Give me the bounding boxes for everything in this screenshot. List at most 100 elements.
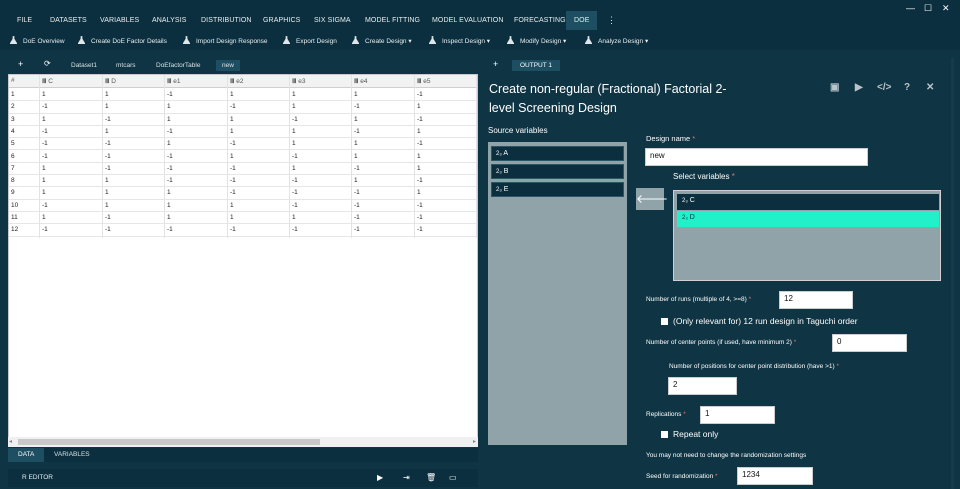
- table-cell[interactable]: 1: [167, 189, 171, 196]
- tab-output-1[interactable]: OUTPUT 1: [512, 60, 561, 71]
- table-cell[interactable]: 1: [354, 116, 358, 123]
- table-cell[interactable]: -1: [292, 177, 298, 184]
- table-cell[interactable]: 1: [42, 91, 46, 98]
- code-icon[interactable]: </>: [877, 82, 891, 93]
- table-cell[interactable]: 1: [230, 202, 234, 209]
- refresh-icon[interactable]: ⟳: [44, 59, 51, 68]
- table-cell[interactable]: -1: [42, 140, 48, 147]
- source-var-e[interactable]: 2₃ E: [491, 182, 624, 197]
- table-row[interactable]: 4 -1 1 -1 1 1 -1 1: [9, 126, 477, 139]
- table-cell[interactable]: -1: [417, 177, 423, 184]
- col-header-e5[interactable]: Ⅲ e5: [417, 77, 431, 85]
- table-row[interactable]: 3 1 -1 1 1 -1 1 -1: [9, 114, 477, 126]
- repeat-only-checkbox[interactable]: [661, 431, 668, 438]
- col-header-c[interactable]: Ⅲ C: [42, 77, 53, 85]
- selected-variables-list[interactable]: 2₃ C 2₃ D: [673, 190, 941, 281]
- table-cell[interactable]: -1: [417, 226, 423, 233]
- menu-six-sigma[interactable]: SIX SIGMA: [314, 17, 351, 24]
- replications-input[interactable]: 1: [700, 406, 775, 424]
- table-cell[interactable]: 1: [292, 214, 296, 221]
- table-row[interactable]: 12 -1 -1 -1 -1 -1 -1 -1: [9, 224, 477, 237]
- menu-variables[interactable]: VARIABLES: [100, 17, 139, 24]
- menu-doe[interactable]: DOE: [566, 11, 598, 30]
- table-cell[interactable]: -1: [230, 140, 236, 147]
- table-cell[interactable]: -1: [105, 226, 111, 233]
- table-cell[interactable]: 1: [105, 189, 109, 196]
- table-cell[interactable]: 1: [354, 140, 358, 147]
- tb-modify-design[interactable]: Modify Design ▾: [507, 36, 566, 45]
- table-cell[interactable]: 1: [417, 189, 421, 196]
- taguchi-checkbox[interactable]: [661, 318, 668, 325]
- menu-analysis[interactable]: ANALYSIS: [152, 17, 187, 24]
- tab-data[interactable]: DATA: [8, 448, 45, 462]
- table-cell[interactable]: -1: [354, 226, 360, 233]
- menu-model-fitting[interactable]: MODEL FITTING: [365, 17, 420, 24]
- table-cell[interactable]: 1: [105, 103, 109, 110]
- table-cell[interactable]: 1: [42, 189, 46, 196]
- table-cell[interactable]: 1: [42, 177, 46, 184]
- design-name-input[interactable]: new: [645, 148, 868, 166]
- table-cell[interactable]: -1: [354, 128, 360, 135]
- table-row[interactable]: 1 1 1 -1 1 1 1 -1: [9, 89, 477, 102]
- menu-distribution[interactable]: DISTRIBUTION: [201, 17, 252, 24]
- table-cell[interactable]: -1: [417, 202, 423, 209]
- seed-input[interactable]: 1234: [737, 467, 813, 485]
- table-cell[interactable]: 1: [167, 140, 171, 147]
- table-cell[interactable]: -1: [292, 189, 298, 196]
- table-cell[interactable]: -1: [417, 214, 423, 221]
- tb-import-design-response[interactable]: Import Design Response: [183, 36, 268, 45]
- menu-more-icon[interactable]: ⋮: [607, 15, 616, 26]
- table-cell[interactable]: -1: [167, 226, 173, 233]
- table-cell[interactable]: -1: [292, 116, 298, 123]
- table-row[interactable]: 6 -1 -1 -1 1 -1 1 1: [9, 151, 477, 163]
- table-cell[interactable]: 1: [167, 214, 171, 221]
- run-dialog-icon[interactable]: ▶: [855, 82, 863, 93]
- table-row[interactable]: 11 1 -1 1 1 1 -1 -1: [9, 212, 477, 225]
- menu-forecasting[interactable]: FORECASTING: [514, 17, 566, 24]
- table-cell[interactable]: 1: [292, 91, 296, 98]
- right-panel-scrollbar[interactable]: [951, 58, 954, 489]
- table-row[interactable]: 2 -1 1 1 -1 1 -1 1: [9, 101, 477, 114]
- table-row[interactable]: 9 1 1 1 -1 -1 -1 1: [9, 187, 477, 200]
- tb-analyze-design[interactable]: Analyze Design ▾: [585, 36, 648, 45]
- source-variables-list[interactable]: 2₃ A 2₃ B 2₃ E: [488, 142, 627, 445]
- table-cell[interactable]: -1: [105, 116, 111, 123]
- add-output-icon[interactable]: +: [493, 59, 498, 69]
- positions-input[interactable]: 2: [668, 377, 737, 395]
- maximize-icon[interactable]: ☐: [924, 3, 932, 14]
- table-cell[interactable]: -1: [42, 153, 48, 160]
- close-window-icon[interactable]: ✕: [942, 3, 950, 14]
- table-cell[interactable]: -1: [167, 91, 173, 98]
- table-cell[interactable]: -1: [167, 153, 173, 160]
- table-cell[interactable]: -1: [292, 202, 298, 209]
- tab-new[interactable]: new: [216, 60, 240, 71]
- col-header-e3[interactable]: Ⅲ e3: [292, 77, 306, 85]
- table-cell[interactable]: 1: [105, 91, 109, 98]
- add-dataset-icon[interactable]: +: [18, 59, 23, 69]
- copy-icon[interactable]: ▣: [830, 82, 839, 93]
- table-cell[interactable]: -1: [354, 214, 360, 221]
- table-row[interactable]: 7 1 -1 -1 -1 1 -1 1: [9, 163, 477, 176]
- table-cell[interactable]: -1: [230, 165, 236, 172]
- table-cell[interactable]: -1: [42, 226, 48, 233]
- center-points-input[interactable]: 0: [832, 334, 907, 352]
- table-cell[interactable]: -1: [417, 91, 423, 98]
- table-cell[interactable]: 1: [417, 153, 421, 160]
- table-cell[interactable]: -1: [42, 202, 48, 209]
- horizontal-scrollbar[interactable]: ◂ ▸: [8, 437, 478, 447]
- selected-var-d[interactable]: 2₃ D: [677, 211, 939, 227]
- table-cell[interactable]: 1: [354, 177, 358, 184]
- col-header-e1[interactable]: Ⅲ e1: [167, 77, 181, 85]
- col-header-d[interactable]: Ⅲ D: [105, 77, 116, 85]
- table-cell[interactable]: 1: [230, 128, 234, 135]
- runs-input[interactable]: 12: [779, 291, 853, 309]
- tab-variables[interactable]: VARIABLES: [54, 451, 90, 458]
- table-cell[interactable]: 1: [292, 103, 296, 110]
- table-cell[interactable]: -1: [42, 128, 48, 135]
- table-cell[interactable]: 1: [230, 116, 234, 123]
- tab-mtcars[interactable]: mtcars: [116, 62, 136, 69]
- table-cell[interactable]: -1: [230, 103, 236, 110]
- table-cell[interactable]: -1: [105, 165, 111, 172]
- export-icon[interactable]: ⇥: [403, 473, 410, 482]
- table-cell[interactable]: 1: [42, 165, 46, 172]
